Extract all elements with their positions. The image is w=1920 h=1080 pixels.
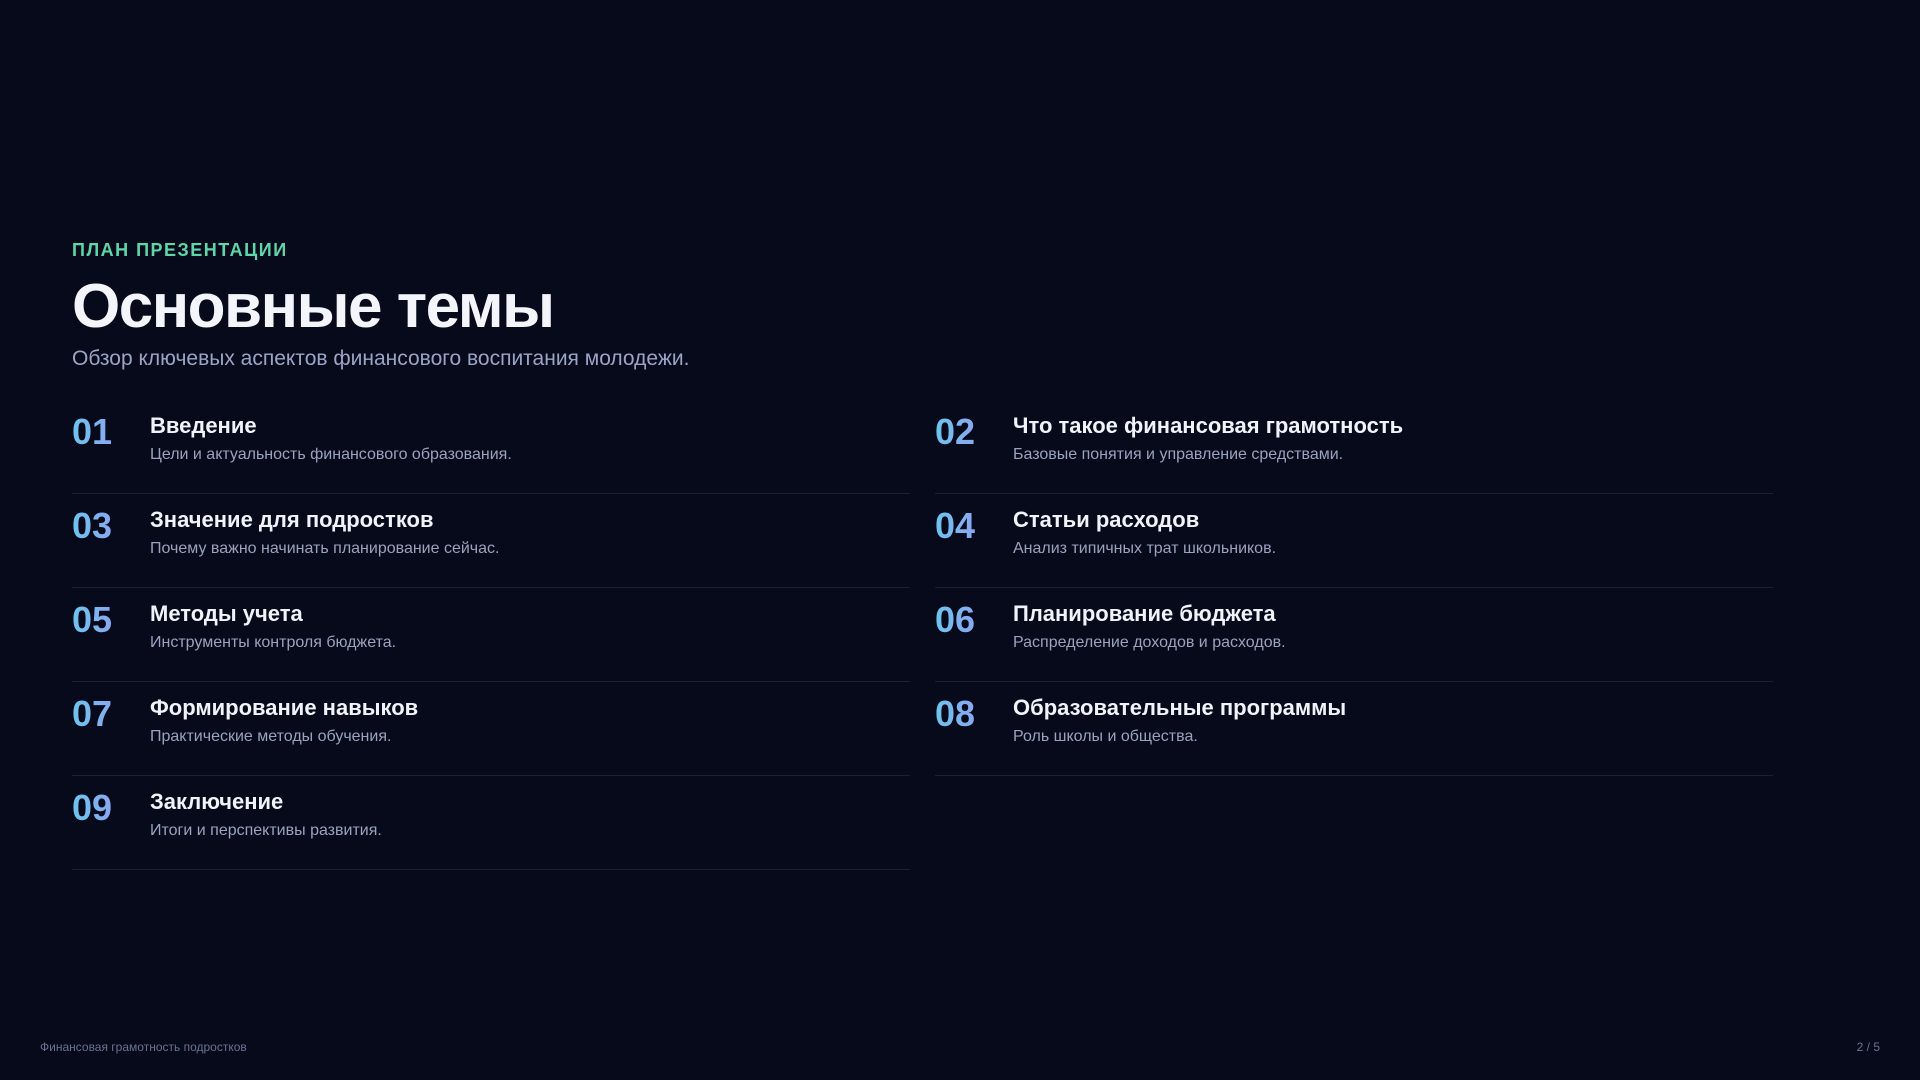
topic-title: Статьи расходов [1013,507,1200,532]
topic-description: Распределение доходов и расходов. [1013,634,1286,651]
topic-number: 03 [72,506,150,546]
topic-title: Методы учета [150,601,303,626]
topic-number: 04 [935,506,1013,546]
footer-presentation-title: Финансовая грамотность подростков [40,1040,247,1054]
topic-title: Введение [150,413,257,438]
topic-title: Формирование навыков [150,695,419,720]
topic-description: Роль школы и общества. [1013,728,1198,745]
topic-description: Практические методы обучения. [150,728,392,745]
topic-title: Значение для подростков [150,507,434,532]
slide-subtitle: Обзор ключевых аспектов финансового восп… [72,347,690,370]
topic-number: 08 [935,694,1013,734]
topic-description: Анализ типичных трат школьников. [1013,540,1277,557]
topic-item: 04 Статьи расходов Анализ типичных трат … [935,494,1773,588]
slide-eyebrow: ПЛАН ПРЕЗЕНТАЦИИ [72,240,288,260]
topic-title: Заключение [150,789,284,814]
topic-description: Инструменты контроля бюджета. [150,634,397,651]
topic-item: 08 Образовательные программы Роль школы … [935,682,1773,776]
topic-description: Базовые понятия и управление средствами. [1013,446,1344,463]
topic-title: Планирование бюджета [1013,601,1276,626]
topic-number: 05 [72,600,150,640]
topics-list: 01 Введение Цели и актуальность финансов… [72,400,1773,870]
topic-number: 02 [935,412,1013,452]
topic-description: Цели и актуальность финансового образова… [150,446,512,463]
topic-item: 07 Формирование навыков Практические мет… [72,682,910,776]
topic-item: 06 Планирование бюджета Распределение до… [935,588,1773,682]
topic-item: 02 Что такое финансовая грамотность Базо… [935,400,1773,494]
topic-number: 01 [72,412,150,452]
topic-number: 09 [72,788,150,828]
topic-title: Что такое финансовая грамотность [1013,413,1404,438]
topic-item: 03 Значение для подростков Почему важно … [72,494,910,588]
slide: ПЛАН ПРЕЗЕНТАЦИИ Основные темы Обзор клю… [0,0,1920,1080]
topic-description: Итоги и перспективы развития. [150,822,382,839]
topic-number: 07 [72,694,150,734]
footer-page-number: 2 / 5 [1856,1040,1880,1054]
topic-number: 06 [935,600,1013,640]
topic-item: 05 Методы учета Инструменты контроля бюд… [72,588,910,682]
slide-title: Основные темы [72,272,555,341]
topic-title: Образовательные программы [1013,695,1347,720]
topic-item: 01 Введение Цели и актуальность финансов… [72,400,910,494]
topic-description: Почему важно начинать планирование сейча… [150,540,500,557]
topic-item: 09 Заключение Итоги и перспективы развит… [72,776,910,870]
